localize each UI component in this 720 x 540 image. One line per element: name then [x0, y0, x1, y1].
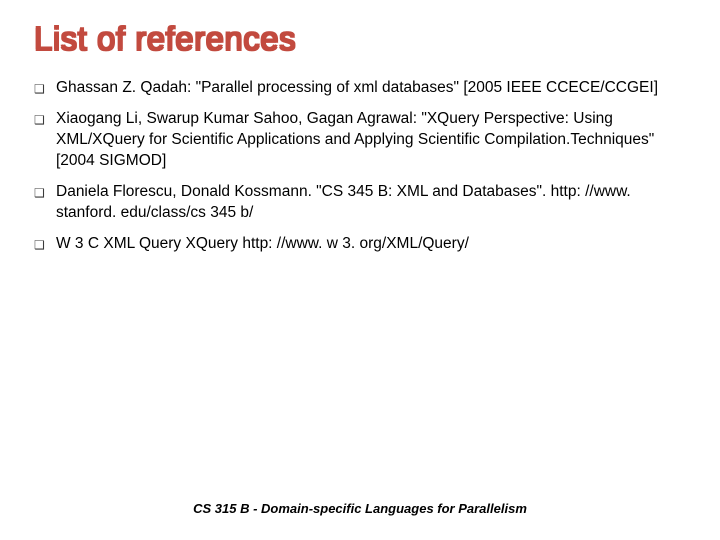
- reference-text: Ghassan Z. Qadah: "Parallel processing o…: [56, 78, 680, 99]
- bullet-icon: ❑: [34, 237, 46, 253]
- slide-title: List of references: [34, 20, 296, 58]
- reference-text: W 3 C XML Query XQuery http: //www. w 3.…: [56, 234, 680, 255]
- title-text: List of references: [34, 20, 296, 57]
- list-item: ❑ Xiaogang Li, Swarup Kumar Sahoo, Gagan…: [34, 109, 680, 172]
- list-item: ❑ W 3 C XML Query XQuery http: //www. w …: [34, 234, 680, 255]
- bullet-icon: ❑: [34, 112, 46, 128]
- reference-list: ❑ Ghassan Z. Qadah: "Parallel processing…: [34, 78, 680, 264]
- slide: List of references ❑ Ghassan Z. Qadah: "…: [0, 0, 720, 540]
- reference-text: Daniela Florescu, Donald Kossmann. "CS 3…: [56, 182, 680, 224]
- bullet-icon: ❑: [34, 185, 46, 201]
- bullet-icon: ❑: [34, 81, 46, 97]
- list-item: ❑ Ghassan Z. Qadah: "Parallel processing…: [34, 78, 680, 99]
- reference-text: Xiaogang Li, Swarup Kumar Sahoo, Gagan A…: [56, 109, 680, 172]
- slide-footer: CS 315 B - Domain-specific Languages for…: [0, 501, 720, 516]
- list-item: ❑ Daniela Florescu, Donald Kossmann. "CS…: [34, 182, 680, 224]
